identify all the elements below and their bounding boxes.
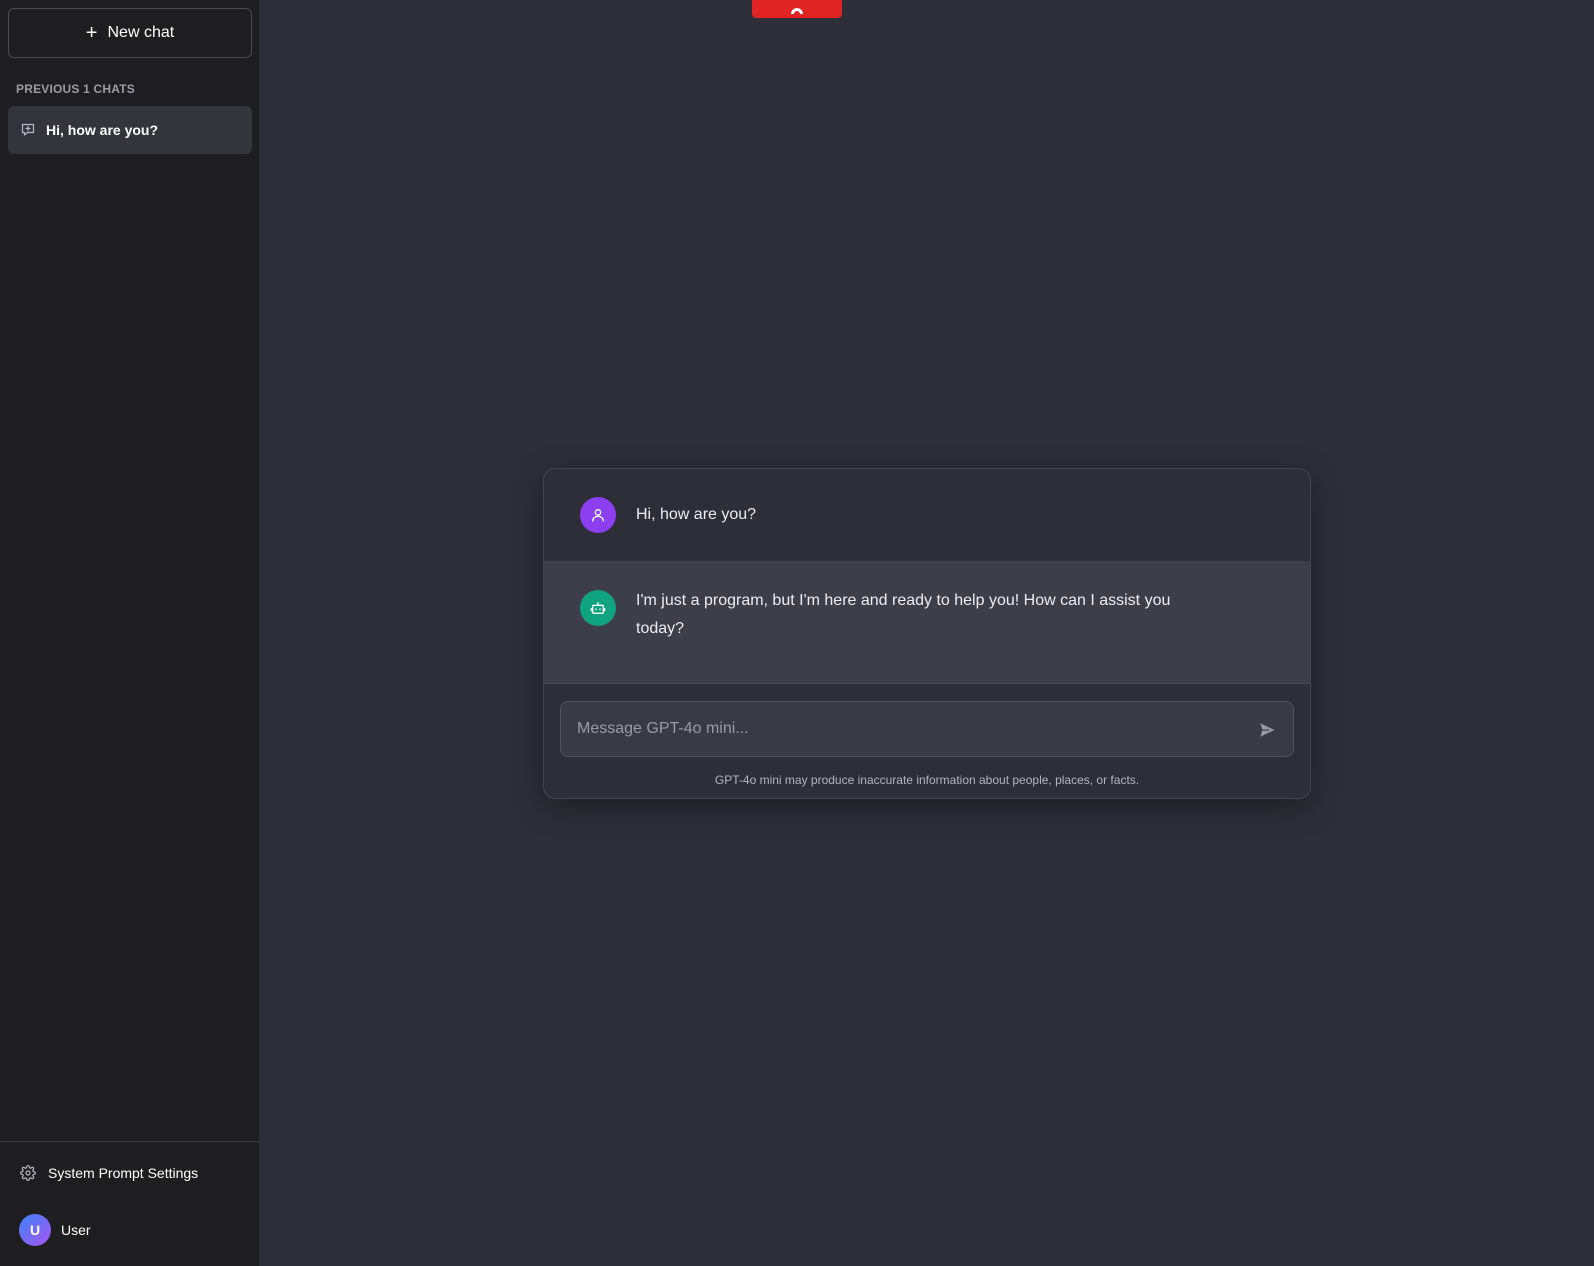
chat-bubble-icon	[21, 123, 35, 136]
chat-history-item[interactable]: Hi, how are you?	[8, 106, 252, 154]
gear-icon	[20, 1165, 36, 1181]
send-button[interactable]	[1255, 718, 1279, 742]
system-prompt-settings-button[interactable]: System Prompt Settings	[12, 1156, 248, 1190]
chat-history-item-title: Hi, how are you?	[46, 122, 159, 138]
person-icon	[592, 509, 604, 522]
user-message: Hi, how are you?	[544, 469, 1310, 561]
assistant-message: I'm just a program, but I'm here and rea…	[544, 561, 1310, 684]
new-chat-label: New chat	[107, 24, 175, 41]
top-drag-tab[interactable]	[752, 0, 842, 18]
message-input[interactable]	[561, 702, 1241, 756]
assistant-avatar	[580, 590, 616, 626]
robot-icon	[590, 602, 606, 614]
app-root: + New chat PREVIOUS 1 CHATS Hi, how are …	[0, 0, 1594, 1266]
system-prompt-settings-label: System Prompt Settings	[48, 1165, 199, 1181]
user-profile-button[interactable]: U User	[12, 1212, 248, 1248]
user-name: User	[61, 1222, 91, 1238]
sidebar-footer: System Prompt Settings U User	[0, 1141, 260, 1266]
plus-icon: +	[85, 22, 98, 44]
tab-handle-icon	[791, 8, 803, 14]
new-chat-button[interactable]: + New chat	[8, 8, 252, 58]
chat-history-heading: PREVIOUS 1 CHATS	[16, 82, 135, 96]
chat-panel: Hi, how are you? I'm just a program, but…	[543, 468, 1311, 799]
message-composer	[560, 701, 1294, 757]
send-icon	[1260, 723, 1275, 737]
user-message-text: Hi, how are you?	[636, 506, 757, 523]
assistant-message-text: I'm just a program, but I'm here and rea…	[636, 592, 1171, 637]
disclaimer-text: GPT-4o mini may produce inaccurate infor…	[714, 773, 1140, 787]
sidebar: + New chat PREVIOUS 1 CHATS Hi, how are …	[0, 0, 260, 1266]
user-avatar	[580, 497, 616, 533]
avatar: U	[19, 1214, 51, 1246]
